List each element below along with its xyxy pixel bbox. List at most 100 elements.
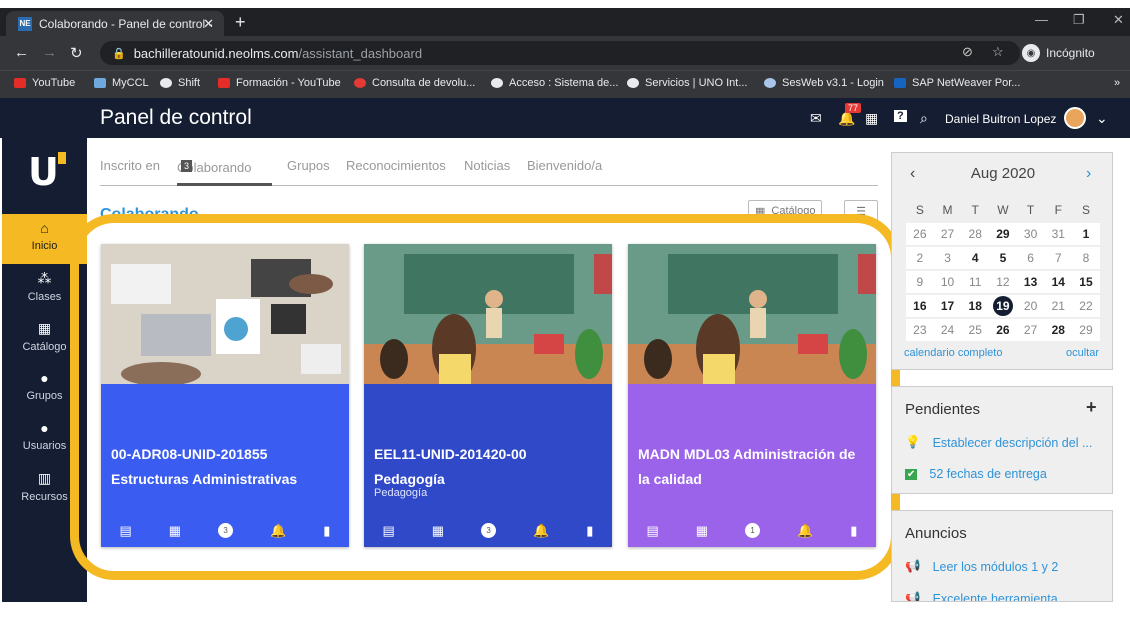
- minimize-icon[interactable]: —: [1035, 12, 1048, 27]
- calendar-day[interactable]: 22: [1072, 295, 1100, 317]
- course-title[interactable]: 00-ADR08-UNID-201855 Estructuras Administ…: [111, 442, 343, 492]
- calendar-day[interactable]: 21: [1044, 295, 1073, 317]
- course-card[interactable]: 00-ADR08-UNID-201855 Estructuras Administ…: [101, 244, 349, 547]
- reload-icon[interactable]: ↻: [70, 44, 83, 62]
- course-title[interactable]: MADN MDL03 Administración de la calidad: [638, 442, 870, 492]
- tracking-off-icon[interactable]: ⊘: [962, 44, 973, 60]
- bookmark-item[interactable]: Formación - YouTube: [218, 77, 341, 89]
- pending-item[interactable]: 💡 Establecer descripción del ...: [905, 435, 1105, 450]
- back-icon[interactable]: ←: [14, 44, 29, 61]
- calendar-day[interactable]: 16: [906, 295, 934, 317]
- url-bar[interactable]: 🔒 bachilleratounid.neolms.com/assistant_…: [100, 41, 1020, 65]
- gradebook-icon[interactable]: ▤: [383, 523, 395, 539]
- course-card[interactable]: EEL11-UNID-201420-00 Pedagogía Pedagogía …: [364, 244, 612, 547]
- close-window-icon[interactable]: ✕: [1113, 12, 1124, 28]
- sidebar-item-recursos[interactable]: ▥ Recursos: [2, 464, 87, 514]
- sidebar-item-usuarios[interactable]: ● Usuarios: [2, 414, 87, 464]
- calendar-day[interactable]: 6: [1016, 247, 1045, 269]
- calendar-icon[interactable]: ▦: [169, 523, 181, 539]
- students-count-badge[interactable]: 1: [745, 523, 761, 538]
- bookmark-item[interactable]: Servicios | UNO Int...: [627, 77, 748, 89]
- catalog-view-button[interactable]: ▦ Catálogo: [748, 200, 823, 222]
- sidebar-item-clases[interactable]: ⁂ Clases: [2, 264, 87, 314]
- calendar-icon[interactable]: ▦: [696, 523, 708, 539]
- chevron-right-icon[interactable]: ›: [1086, 165, 1091, 183]
- browser-tab[interactable]: NE Colaborando - Panel de control - ✕: [6, 11, 224, 36]
- calendar-day[interactable]: 28: [1044, 319, 1073, 341]
- sidebar-item-catalogo[interactable]: ▦ Catálogo: [2, 314, 87, 364]
- calendar-day[interactable]: 18: [961, 295, 990, 317]
- calendar-day[interactable]: 27: [1016, 319, 1045, 341]
- calendar-day[interactable]: 14: [1044, 271, 1073, 293]
- calendar-day[interactable]: 24: [933, 319, 962, 341]
- mail-icon[interactable]: ✉: [810, 110, 822, 127]
- bell-icon[interactable]: 🔔: [270, 523, 286, 539]
- help-icon[interactable]: ?: [894, 110, 907, 122]
- chevron-down-icon[interactable]: ⌄: [1096, 110, 1108, 127]
- calendar-day[interactable]: 30: [1016, 223, 1045, 245]
- hide-calendar-link[interactable]: ocultar: [1066, 347, 1099, 359]
- calendar-day[interactable]: 23: [906, 319, 934, 341]
- calendar-day[interactable]: 8: [1072, 247, 1100, 269]
- calendar-day[interactable]: 2: [906, 247, 934, 269]
- tab-noticias[interactable]: Noticias: [464, 158, 510, 173]
- list-view-button[interactable]: ☰: [844, 200, 878, 222]
- gradebook-icon[interactable]: ▤: [647, 523, 659, 539]
- bookmark-item[interactable]: MyCCL: [94, 77, 149, 89]
- bookmark-item[interactable]: SesWeb v3.1 - Login: [764, 77, 884, 89]
- sidebar-item-grupos[interactable]: ● Grupos: [2, 364, 87, 414]
- pending-item[interactable]: ✔ 52 fechas de entrega: [905, 467, 1105, 481]
- incognito-indicator[interactable]: ◉ Incógnito: [1022, 42, 1095, 64]
- avatar[interactable]: [1064, 107, 1086, 129]
- calendar-day[interactable]: 1: [1072, 223, 1100, 245]
- calendar-day[interactable]: 11: [961, 271, 990, 293]
- bookmark-item[interactable]: YouTube: [14, 77, 75, 89]
- tab-inscrito[interactable]: Inscrito en: [100, 158, 160, 173]
- calendar-icon[interactable]: ▦: [865, 110, 878, 127]
- bookmark-star-icon[interactable]: ☆: [992, 44, 1004, 60]
- calendar-day[interactable]: 29: [1072, 319, 1100, 341]
- calendar-day[interactable]: 26: [989, 319, 1017, 341]
- forward-icon[interactable]: →: [42, 44, 57, 61]
- user-name[interactable]: Daniel Buitron Lopez: [945, 112, 1056, 126]
- document-icon[interactable]: ▮: [586, 523, 593, 539]
- bookmark-item[interactable]: SAP NetWeaver Por...: [894, 77, 1020, 89]
- calendar-day[interactable]: 25: [961, 319, 990, 341]
- calendar-day[interactable]: 5: [989, 247, 1017, 269]
- calendar-day[interactable]: 27: [933, 223, 962, 245]
- gradebook-icon[interactable]: ▤: [120, 523, 132, 539]
- course-card[interactable]: MADN MDL03 Administración de la calidad ▤…: [628, 244, 876, 547]
- calendar-day[interactable]: 29: [989, 223, 1017, 245]
- close-tab-icon[interactable]: ✕: [203, 16, 214, 32]
- calendar-day[interactable]: 9: [906, 271, 934, 293]
- bookmark-item[interactable]: Acceso : Sistema de...: [491, 77, 618, 89]
- maximize-icon[interactable]: ❐: [1073, 12, 1085, 28]
- calendar-day[interactable]: 19: [989, 295, 1017, 317]
- calendar-day[interactable]: 10: [933, 271, 962, 293]
- add-icon[interactable]: +: [1086, 397, 1097, 418]
- search-icon[interactable]: ⌕: [920, 110, 928, 127]
- bell-icon[interactable]: 🔔: [797, 523, 813, 539]
- calendar-day[interactable]: 15: [1072, 271, 1100, 293]
- calendar-day[interactable]: 3: [933, 247, 962, 269]
- calendar-day[interactable]: 13: [1016, 271, 1045, 293]
- tab-grupos[interactable]: Grupos: [287, 158, 330, 173]
- calendar-day[interactable]: 17: [933, 295, 962, 317]
- bell-icon[interactable]: 🔔: [533, 523, 549, 539]
- announcement-item[interactable]: 📢 Leer los módulos 1 y 2: [905, 559, 1105, 574]
- calendar-day[interactable]: 31: [1044, 223, 1073, 245]
- new-tab-button[interactable]: +: [235, 12, 246, 33]
- students-count-badge[interactable]: 3: [481, 523, 497, 538]
- calendar-day[interactable]: 20: [1016, 295, 1045, 317]
- calendar-day[interactable]: 26: [906, 223, 934, 245]
- tab-bienvenido[interactable]: Bienvenido/a: [527, 158, 602, 173]
- sidebar-item-inicio[interactable]: ⌂ Inicio: [2, 214, 87, 264]
- calendar-day[interactable]: 12: [989, 271, 1017, 293]
- calendar-day[interactable]: 7: [1044, 247, 1073, 269]
- calendar-day[interactable]: 28: [961, 223, 990, 245]
- students-count-badge[interactable]: 3: [218, 523, 234, 538]
- calendar-icon[interactable]: ▦: [432, 523, 444, 539]
- document-icon[interactable]: ▮: [850, 523, 857, 539]
- tab-reconocimientos[interactable]: Reconocimientos: [346, 158, 446, 173]
- bookmark-item[interactable]: Consulta de devolu...: [354, 77, 475, 89]
